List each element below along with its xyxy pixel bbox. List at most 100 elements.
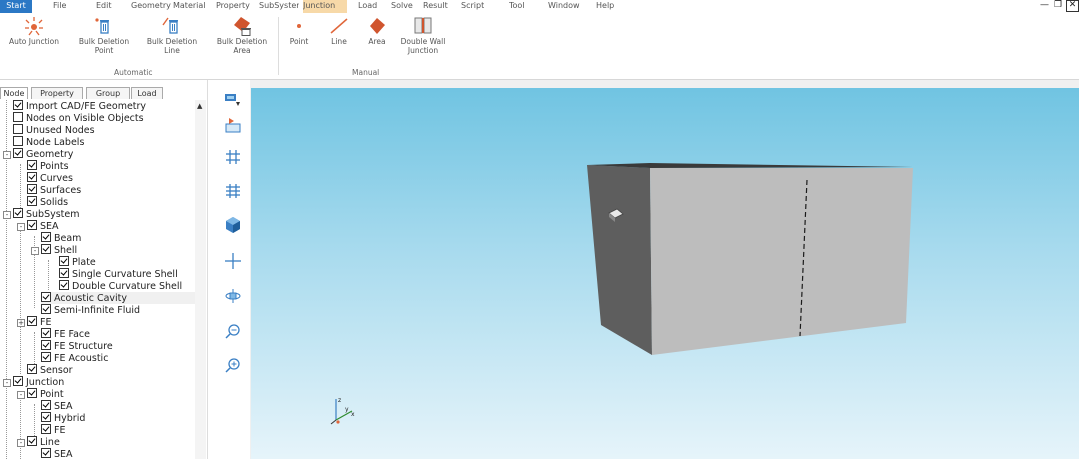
auto-junction-button[interactable]: Auto Junction <box>2 15 66 46</box>
tree-item-point-hybrid[interactable]: Hybrid <box>41 412 85 424</box>
tree-item-shell[interactable]: Shell <box>41 244 77 256</box>
checkbox[interactable] <box>41 412 51 422</box>
checkbox[interactable] <box>27 316 37 326</box>
checkbox[interactable] <box>13 112 23 122</box>
checkbox[interactable] <box>59 268 69 278</box>
tree-item-junction-point[interactable]: Point <box>27 388 64 400</box>
collapse-toggle[interactable]: - <box>3 151 11 159</box>
checkbox[interactable] <box>27 388 37 398</box>
checkbox[interactable] <box>41 292 51 302</box>
checkbox[interactable] <box>41 328 51 338</box>
menu-tool[interactable]: Tool <box>509 0 525 13</box>
menu-edit[interactable]: Edit <box>96 0 112 13</box>
checkbox[interactable] <box>27 364 37 374</box>
checkbox[interactable] <box>41 448 51 458</box>
collapse-toggle[interactable]: - <box>31 247 39 255</box>
close-button[interactable]: ✕ <box>1066 0 1079 12</box>
checkbox[interactable] <box>27 196 37 206</box>
tree-scrollbar[interactable]: ▲ <box>195 100 206 459</box>
tree-item-fe-structure[interactable]: FE Structure <box>41 340 113 352</box>
tree-item-fe-acoustic[interactable]: FE Acoustic <box>41 352 108 364</box>
point-button[interactable]: Point <box>284 15 314 46</box>
menu-junction[interactable]: Junction <box>303 0 347 13</box>
menu-geometry[interactable]: Geometry <box>131 0 171 13</box>
menu-file[interactable]: File <box>53 0 66 13</box>
tree-item-point-sea[interactable]: SEA <box>41 400 73 412</box>
checkbox[interactable] <box>13 136 23 146</box>
tree-item-plate[interactable]: Plate <box>59 256 96 268</box>
menu-property[interactable]: Property <box>216 0 256 13</box>
checkbox[interactable] <box>41 352 51 362</box>
tree-item-geometry[interactable]: Geometry <box>13 148 73 160</box>
view-fit-icon[interactable] <box>224 116 242 134</box>
tree-item-surfaces[interactable]: Surfaces <box>27 184 81 196</box>
zoom-out-icon[interactable] <box>224 322 242 340</box>
zoom-in-icon[interactable] <box>224 356 242 374</box>
tree-item-semi-infinite-fluid[interactable]: Semi-Infinite Fluid <box>41 304 140 316</box>
checkbox[interactable] <box>13 124 23 134</box>
bulk-deletion-area-button[interactable]: Bulk Deletion Area <box>210 15 274 55</box>
checkbox[interactable] <box>27 172 37 182</box>
rotate-icon[interactable] <box>224 287 242 305</box>
collapse-toggle[interactable]: - <box>3 211 11 219</box>
grid-snap-icon[interactable] <box>224 182 242 200</box>
bulk-deletion-line-button[interactable]: Bulk Deletion Line <box>142 15 202 55</box>
tree-item-unused-nodes[interactable]: Unused Nodes <box>13 124 95 136</box>
grid-icon[interactable] <box>224 148 242 166</box>
tree-item-sensor[interactable]: Sensor <box>27 364 73 376</box>
tree-item-points[interactable]: Points <box>27 160 69 172</box>
checkbox[interactable] <box>13 376 23 386</box>
menu-subsystem[interactable]: SubSystem <box>259 0 299 13</box>
tab-load[interactable]: Load <box>131 87 163 99</box>
tree-item-junction[interactable]: Junction <box>13 376 64 388</box>
menu-result[interactable]: Result <box>423 0 448 13</box>
collapse-toggle[interactable]: - <box>17 391 25 399</box>
checkbox[interactable] <box>13 100 23 110</box>
menu-load[interactable]: Load <box>358 0 377 13</box>
cube-view-icon[interactable] <box>224 216 242 234</box>
checkbox[interactable] <box>27 220 37 230</box>
collapse-toggle[interactable]: - <box>3 379 11 387</box>
scroll-up-icon[interactable]: ▲ <box>197 102 202 110</box>
menu-solve[interactable]: Solve <box>391 0 413 13</box>
checkbox[interactable] <box>59 280 69 290</box>
tree-item-import-geometry[interactable]: Import CAD/FE Geometry <box>13 100 146 112</box>
double-wall-junction-button[interactable]: Double Wall Junction <box>398 15 448 55</box>
tree-item-fe-face[interactable]: FE Face <box>41 328 90 340</box>
tree-item-nodes-visible[interactable]: Nodes on Visible Objects <box>13 112 144 124</box>
tree-item-double-curvature-shell[interactable]: Double Curvature Shell <box>59 280 182 292</box>
checkbox[interactable] <box>41 424 51 434</box>
checkbox[interactable] <box>41 232 51 242</box>
collapse-toggle[interactable]: - <box>17 439 25 447</box>
checkbox[interactable] <box>27 160 37 170</box>
tree-item-node-labels[interactable]: Node Labels <box>13 136 84 148</box>
tree-item-single-curvature-shell[interactable]: Single Curvature Shell <box>59 268 178 280</box>
checkbox[interactable] <box>59 256 69 266</box>
checkbox[interactable] <box>27 184 37 194</box>
minimize-button[interactable]: — <box>1040 0 1049 11</box>
checkbox[interactable] <box>41 244 51 254</box>
tree-item-beam[interactable]: Beam <box>41 232 81 244</box>
tab-node[interactable]: Node <box>0 87 28 99</box>
menu-script[interactable]: Script <box>461 0 484 13</box>
tree-item-solids[interactable]: Solids <box>27 196 68 208</box>
select-mode-icon[interactable] <box>224 90 242 108</box>
checkbox[interactable] <box>13 208 23 218</box>
area-button[interactable]: Area <box>362 15 392 46</box>
menu-material[interactable]: Material <box>173 0 213 13</box>
menu-window[interactable]: Window <box>548 0 580 13</box>
menu-help[interactable]: Help <box>596 0 614 13</box>
tree-item-point-fe[interactable]: FE <box>41 424 65 436</box>
line-button[interactable]: Line <box>324 15 354 46</box>
bulk-deletion-point-button[interactable]: Bulk Deletion Point <box>74 15 134 55</box>
pan-icon[interactable] <box>224 252 242 270</box>
tab-property[interactable]: Property <box>31 87 83 99</box>
tree-item-junction-line[interactable]: Line <box>27 436 60 448</box>
tree-item-sea[interactable]: SEA <box>27 220 59 232</box>
tree-item-line-sea[interactable]: SEA <box>41 448 73 459</box>
checkbox[interactable] <box>27 436 37 446</box>
checkbox[interactable] <box>41 304 51 314</box>
checkbox[interactable] <box>41 340 51 350</box>
restore-button[interactable]: ❐ <box>1054 0 1062 11</box>
menu-start[interactable]: Start <box>0 0 32 13</box>
